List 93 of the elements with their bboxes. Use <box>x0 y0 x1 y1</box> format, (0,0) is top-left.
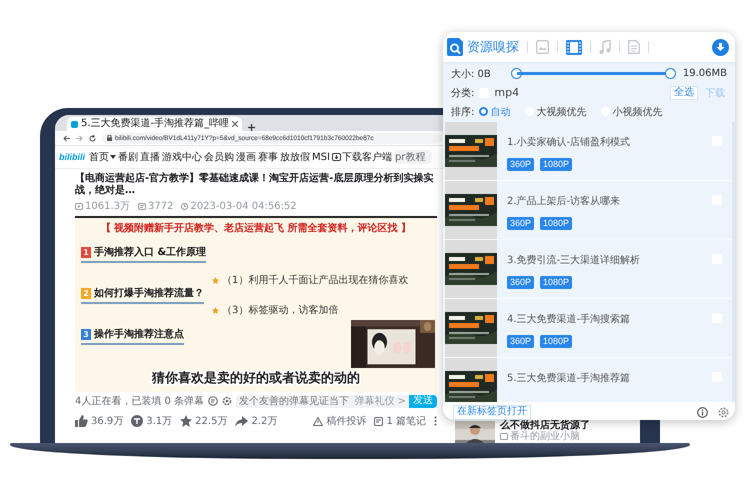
new-tab-icon[interactable] <box>248 124 256 131</box>
open-in-new-tab-button[interactable]: 在新标签页打开 <box>453 404 531 420</box>
danmaku-icon <box>138 202 146 210</box>
settings-icon[interactable] <box>222 396 232 406</box>
danmaku-count: 3772 <box>148 200 174 212</box>
uploader-icon <box>500 433 508 440</box>
video-title: 【电商运营起店-官方教学】零基础速成课！淘宝开店运营-底层原理分析到实操实战，绝对是… <box>75 173 434 197</box>
quality-button[interactable]: 1080P <box>540 217 572 230</box>
size-range-slider[interactable] <box>510 66 678 80</box>
publish-date: 2023-03-04 04:56:52 <box>190 200 297 212</box>
radio-icon[interactable] <box>479 107 488 116</box>
nav-link[interactable]: 番剧 <box>118 150 138 164</box>
play-count-icon <box>75 202 83 210</box>
section-title: 操作手淘推荐注意点 <box>94 327 184 341</box>
nav-link[interactable]: 放放假 <box>280 150 310 164</box>
branch-text: （1）利用千人千面让产品出现在猜你喜欢 <box>222 274 408 287</box>
back-icon[interactable] <box>63 134 70 142</box>
close-icon[interactable] <box>232 121 238 127</box>
video-title[interactable]: 3.免费引流-三大渠道详细解析 <box>507 253 712 267</box>
video-subtitle: 猜你喜欢是卖的好的或者说卖的动的 <box>150 370 361 387</box>
download-icon <box>332 153 341 161</box>
app-logo-icon <box>447 38 463 56</box>
info-icon[interactable] <box>697 406 708 418</box>
report-button[interactable]: 稿件投诉 <box>313 414 366 428</box>
site-logo[interactable]: bilibili <box>59 152 85 162</box>
video-title[interactable]: 5.三大免费渠道-手淘推荐篇 <box>507 371 712 385</box>
section-number: 1 <box>81 246 91 258</box>
quality-button[interactable]: 360P <box>507 217 534 230</box>
video-link[interactable]: 么不做抖店无货源了 <box>500 421 590 432</box>
viewer-status: 4人正在看，已装填 0 条弹幕 <box>75 394 204 408</box>
share-button[interactable]: 2.2万 <box>235 414 278 428</box>
video-player[interactable]: 【 视频附赠新手开店教学、老店运营起飞 所需全套资料，评论区找 】 1 手淘推荐入口 &工作原理 2 如何打爆手淘推荐流量？ （1）利用千人千面让产品出现在猜你喜欢 （3）标签驱动，访客加倍 3 操作手淘推荐注意点 猜你喜欢是卖的好的或者说卖的动的 <box>75 216 437 392</box>
video-title[interactable]: 4.三大免费渠道-手淘搜索篇 <box>507 312 712 326</box>
film-icon[interactable] <box>566 40 582 54</box>
size-label: 大小: 0B <box>451 68 491 80</box>
browser-tab[interactable]: 5.三大免费渠道-手淘推荐篇_哔哩 <box>67 117 242 131</box>
quality-button[interactable]: 1080P <box>540 158 572 171</box>
nav-link[interactable]: MSI <box>312 152 330 162</box>
caret-icon <box>110 155 116 159</box>
download-arrow-icon <box>716 42 725 52</box>
section-number: 2 <box>81 288 91 298</box>
favorite-button[interactable]: 22.5万 <box>180 414 228 428</box>
star-icon <box>180 415 192 427</box>
banner-text: 【 视频附赠新手开店教学、老店运营起飞 所需全套资料，评论区找 】 <box>100 221 412 235</box>
danmaku-field[interactable]: 发个友善的弹幕见证当下 <box>236 394 354 408</box>
section-number: 3 <box>81 328 91 340</box>
like-button[interactable]: 36.9万 <box>75 414 124 428</box>
share-arrow-icon <box>235 416 248 426</box>
nav-link[interactable]: 首页 <box>89 150 116 164</box>
nav-link[interactable]: 漫画 <box>236 150 256 164</box>
warning-icon <box>313 416 324 426</box>
settings-icon[interactable] <box>718 406 729 418</box>
download-button[interactable] <box>712 38 729 56</box>
more-icon[interactable] <box>434 416 437 426</box>
star-icon <box>212 306 219 314</box>
section-title: 手淘推荐入口 &工作原理 <box>94 246 206 259</box>
lock-icon <box>107 135 112 141</box>
section-title: 如何打爆手淘推荐流量？ <box>94 286 204 300</box>
select-all-button[interactable]: 全选 <box>670 86 698 100</box>
site-icon <box>71 120 78 128</box>
quality-button[interactable]: 1080P <box>540 335 572 348</box>
forward-icon[interactable] <box>76 134 83 142</box>
format-label: mp4 <box>494 86 520 99</box>
thumbs-up-icon <box>75 415 88 427</box>
quality-button[interactable]: 360P <box>507 335 534 348</box>
nav-link[interactable]: 下载客户端 <box>332 150 392 164</box>
video-title[interactable]: 1.小卖家确认-店铺盈利模式 <box>507 135 712 149</box>
nav-link[interactable]: 游戏中心 <box>162 150 202 164</box>
quality-button[interactable]: 360P <box>507 158 534 171</box>
sort-option[interactable]: 大视频优先 <box>525 104 586 118</box>
clock-icon <box>181 202 188 210</box>
sort-label: 排序: <box>451 106 474 118</box>
quality-button[interactable]: 1080P <box>540 276 572 289</box>
star-icon <box>212 276 219 284</box>
coin-icon <box>131 415 144 427</box>
danmaku-toggle-icon[interactable] <box>208 396 218 406</box>
sort-option[interactable]: 小视频优先 <box>601 104 662 118</box>
nav-link[interactable]: 会员购 <box>204 150 234 164</box>
size-max: 19.06MB <box>682 68 727 79</box>
sort-option[interactable]: 自动 <box>479 104 510 118</box>
search-field[interactable]: pr教程 <box>394 150 432 164</box>
app-title: 资源嗅探 <box>467 39 519 56</box>
notes-button[interactable]: 1 篇笔记 <box>374 414 426 428</box>
reload-icon[interactable] <box>89 134 96 142</box>
nav-link[interactable]: 赛事 <box>258 150 278 164</box>
view-count: 1061.3万 <box>85 200 130 213</box>
quality-button[interactable]: 360P <box>507 276 534 289</box>
video-title[interactable]: 2.产品上架后-访客从哪来 <box>507 194 712 208</box>
nav-link[interactable]: 直播 <box>140 150 160 164</box>
category-label: 分类: <box>451 86 474 100</box>
note-icon <box>374 416 384 426</box>
branch-text: （3）标签驱动，访客加倍 <box>222 304 338 317</box>
coin-button[interactable]: 3.1万 <box>131 414 172 428</box>
